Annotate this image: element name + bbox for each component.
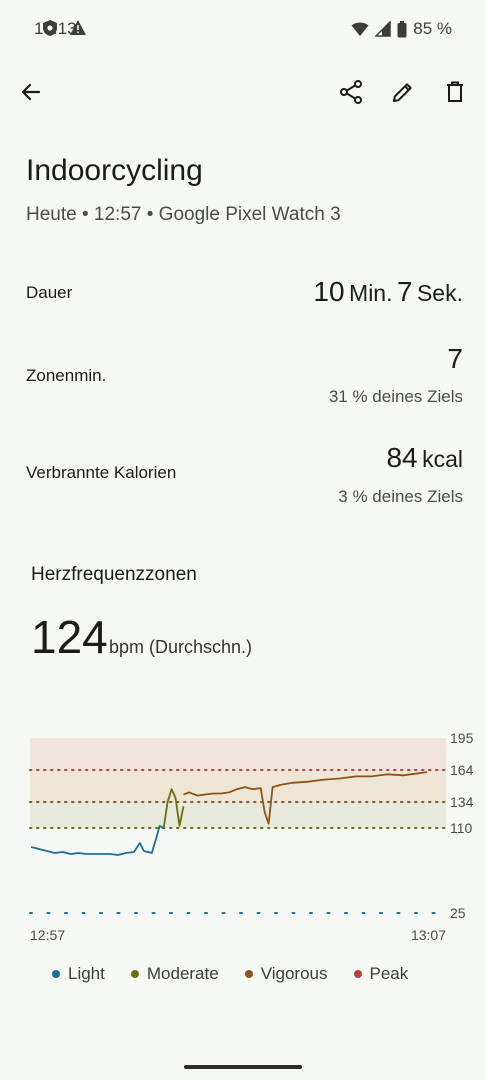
- x-tick-label-start: 12:57: [30, 927, 65, 943]
- edit-button[interactable]: [383, 72, 423, 112]
- legend-vigorous: Vigorous: [244, 964, 328, 984]
- duration-min-unit: Min.: [349, 280, 393, 306]
- cellular-signal-icon: [375, 21, 391, 37]
- duration-sec-unit: Sek.: [416, 280, 463, 306]
- legend-moderate-dot: [130, 970, 139, 978]
- y-tick-label: 25: [450, 905, 466, 921]
- calories-unit: kcal: [422, 446, 463, 472]
- status-icons: 85 %: [43, 19, 452, 39]
- duration-minutes: 10: [313, 276, 345, 307]
- duration-seconds: 7: [396, 276, 413, 307]
- chart-legend: Light Moderate Vigorous Peak: [52, 964, 408, 984]
- y-tick-label: 110: [450, 820, 473, 836]
- legend-peak-dot: [353, 970, 362, 978]
- y-tick-label: 134: [450, 794, 474, 810]
- delete-trash-icon: [446, 81, 464, 103]
- battery-percent: 85 %: [413, 19, 452, 38]
- legend-light-label: Light: [68, 964, 105, 983]
- series-light: [30, 824, 165, 856]
- calories-value: 84 kcal: [386, 442, 463, 474]
- heart-rate-average-unit: bpm (Durchschn.): [109, 637, 253, 657]
- duration-label: Dauer: [26, 283, 73, 302]
- heart-rate-average: 124: [31, 611, 108, 663]
- x-tick-label-end: 13:07: [411, 927, 446, 943]
- legend-vigorous-dot: [244, 970, 253, 978]
- wifi-icon: [351, 21, 369, 37]
- legend-vigorous-label: Vigorous: [260, 964, 328, 983]
- calories-label: Verbrannte Kalorien: [26, 463, 177, 482]
- y-tick-label: 164: [450, 762, 474, 778]
- share-icon: [340, 80, 362, 104]
- legend-peak-label: Peak: [369, 964, 409, 983]
- duration-value: 10 Min. 7 Sek.: [313, 276, 463, 308]
- y-tick-label: 195: [450, 730, 474, 746]
- battery-icon: [397, 20, 407, 38]
- back-arrow-icon: [21, 82, 41, 102]
- peak-zone-band: [30, 738, 446, 770]
- legend-light-dot: [52, 970, 60, 978]
- activity-subtitle: Heute • 12:57 • Google Pixel Watch 3: [26, 204, 341, 225]
- heart-rate-section-title: Herzfrequenzzonen: [31, 564, 197, 585]
- share-button[interactable]: [331, 72, 371, 112]
- legend-moderate: Moderate: [130, 964, 219, 984]
- legend-peak: Peak: [353, 964, 409, 984]
- heart-rate-chart: 195 164 134 110 25 12:57 13:07: [29, 730, 474, 943]
- zone-minutes-value: 7: [447, 343, 463, 374]
- legend-light: Light: [52, 964, 105, 984]
- delete-button[interactable]: [435, 72, 475, 112]
- moderate-zone-band: [30, 802, 446, 828]
- zone-minutes-label: Zonenmin.: [26, 366, 107, 385]
- legend-moderate-label: Moderate: [146, 964, 219, 983]
- back-button[interactable]: [11, 72, 51, 112]
- activity-title: Indoorcycling: [26, 154, 203, 187]
- gesture-nav-handle[interactable]: [184, 1065, 302, 1069]
- warning-icon: [69, 19, 87, 36]
- calories-number: 84: [386, 442, 418, 473]
- shield-icon: [42, 19, 58, 37]
- edit-pencil-icon: [392, 81, 414, 103]
- zone-minutes-goal: 31 % deines Ziels: [328, 387, 463, 406]
- calories-goal: 3 % deines Ziels: [338, 487, 463, 506]
